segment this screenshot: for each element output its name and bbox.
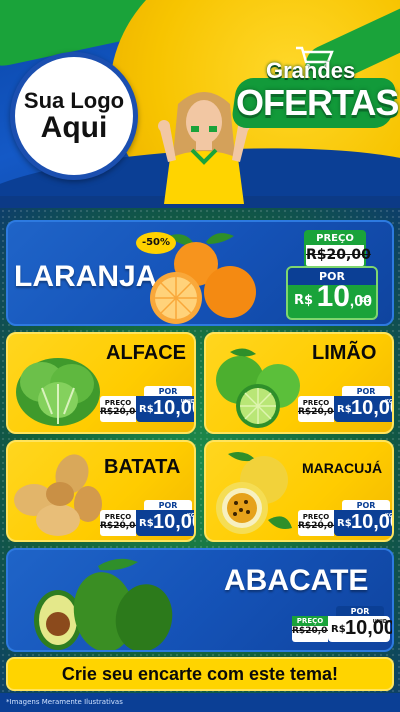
old-price-label: PREÇO <box>302 513 330 521</box>
discount-badge: -50% <box>136 232 176 254</box>
grandes-ofertas-badge: Grandes OFERTAS <box>230 46 400 138</box>
new-price-box: R$ 10,00 KG <box>334 510 393 536</box>
old-price-value: R$20,00 <box>298 521 340 531</box>
price-tag: PREÇO R$20,00 POR R$ 10,00 KG <box>298 386 393 422</box>
unit: UNID <box>180 399 195 405</box>
logo-line1: Sua Logo <box>23 87 125 113</box>
old-price-value: R$20,00 <box>298 407 340 417</box>
product-name: ABACATE <box>224 564 369 597</box>
product-card-alface[interactable]: ALFACE PREÇO R$20,00 POR R$ 10,00 UNID <box>6 332 196 434</box>
product-card-limao[interactable]: LIMÃO PREÇO R$20,00 POR R$ 10,00 KG <box>204 332 394 434</box>
old-price-label: PREÇO <box>302 399 330 407</box>
old-price-label: PREÇO <box>104 513 132 521</box>
store-logo-placeholder: Sua Logo Aqui <box>10 52 138 180</box>
unit: KG <box>187 513 195 519</box>
old-price-value: R$20,00 <box>292 626 334 636</box>
lime-image <box>216 348 300 428</box>
unit: UNID <box>372 619 387 625</box>
product-card-batata[interactable]: BATATA PREÇO R$20,00 POR R$ 10,00 KG <box>6 440 196 542</box>
old-price-label: PREÇO <box>292 616 328 626</box>
badge-title-small: Grandes <box>266 58 356 83</box>
product-name: ALFACE <box>106 342 186 364</box>
old-price-value: R$20,00 <box>100 407 142 417</box>
logo-line2: Aqui <box>40 110 108 144</box>
currency: R$ <box>337 518 352 529</box>
product-card-laranja[interactable]: LARANJA PREÇO R$20,00 POR R$ 10 KG ,00 <box>6 220 394 326</box>
price-cents: ,00 <box>349 293 372 310</box>
header-banner: Sua Logo Aqui Grandes OFERTAS <box>0 0 400 208</box>
cta-banner[interactable]: Crie seu encarte com este tema! <box>6 657 394 691</box>
potato-image <box>14 454 102 536</box>
product-name: LARANJA <box>14 260 158 293</box>
currency: R$ <box>139 404 154 415</box>
product-name: MARACUJÁ <box>302 460 383 476</box>
old-price-box: PREÇO R$20,00 <box>100 510 142 536</box>
disclaimer-footnote: *Imagens Meramente Ilustrativas <box>6 698 123 706</box>
product-name: BATATA <box>104 456 181 478</box>
product-card-abacate[interactable]: ABACATE PREÇO R$20,00 POR R$ 10,00 UNID <box>6 548 394 652</box>
old-price-label: PREÇO <box>306 232 364 245</box>
currency: R$ <box>331 624 346 635</box>
old-price-value: R$20,00 <box>306 247 371 263</box>
old-price-box: PREÇO R$20,00 <box>292 616 334 642</box>
old-price-box: PREÇO R$20,00 <box>100 396 142 422</box>
price-integer: 10 <box>316 280 350 313</box>
badge-title-large: OFERTAS <box>236 82 399 123</box>
product-card-maracuja[interactable]: MARACUJÁ PREÇO R$20,00 POR R$ 10,00 KG <box>204 440 394 542</box>
old-price-box: PREÇO R$20,00 <box>298 510 340 536</box>
product-name: LIMÃO <box>312 342 377 364</box>
new-price-box: R$ 10,00 UNID <box>136 396 195 422</box>
lettuce-image <box>16 358 100 426</box>
new-price-box: R$ 10,00 UNID <box>328 616 392 642</box>
new-price-box: R$ 10,00 KG <box>334 396 393 422</box>
price-tag: PREÇO R$20,00 POR R$ 10,00 UNID <box>100 386 195 422</box>
currency: R$ <box>337 404 352 415</box>
passion-fruit-image <box>216 452 292 534</box>
old-price-label: PREÇO <box>104 399 132 407</box>
old-price-box: PREÇO R$20,00 <box>298 396 340 422</box>
unit: KG <box>385 513 393 519</box>
avocado-image <box>34 558 173 650</box>
old-price-value: R$20,00 <box>100 521 142 531</box>
price-tag: PREÇO R$20,00 POR R$ 10,00 KG <box>100 500 195 536</box>
unit: KG <box>385 399 393 405</box>
currency: R$ <box>294 293 314 308</box>
old-price-box: PREÇO R$20,00 <box>304 230 371 268</box>
new-price-box: R$ 10,00 KG <box>136 510 195 536</box>
price-tag: PREÇO R$20,00 POR R$ 10,00 KG <box>298 500 393 536</box>
new-price-box: POR R$ 10 KG ,00 <box>286 266 378 320</box>
currency: R$ <box>139 518 154 529</box>
price-tag: PREÇO R$20,00 POR R$ 10,00 UNID <box>292 606 392 642</box>
